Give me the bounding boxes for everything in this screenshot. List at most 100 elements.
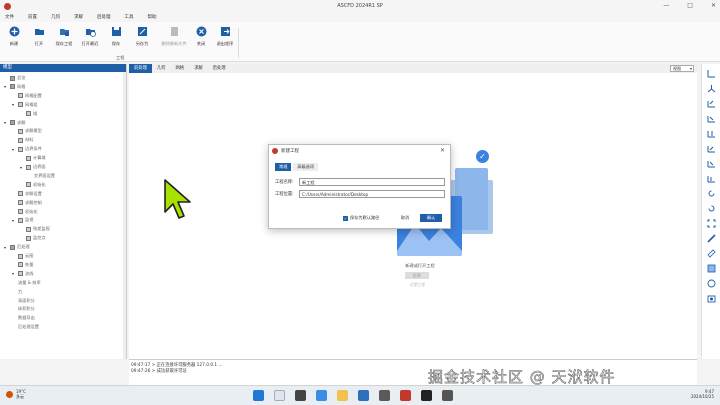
view-ny-icon[interactable] xyxy=(707,159,716,168)
maximize-icon[interactable]: □ xyxy=(687,2,693,9)
menu-tools[interactable]: 工具 xyxy=(125,14,134,20)
view-x-icon[interactable] xyxy=(707,99,716,108)
tree-item[interactable]: 初始化 xyxy=(12,208,38,216)
ascfd-icon[interactable] xyxy=(400,390,411,401)
expand-toggle-icon[interactable]: ▾ xyxy=(12,271,16,276)
ruler-icon[interactable] xyxy=(707,249,716,258)
start-icon[interactable] xyxy=(253,390,264,401)
system-tray[interactable]: 9:47 2024/10/25 xyxy=(691,389,714,399)
save-button[interactable]: 保存 xyxy=(105,26,127,47)
expand-toggle-icon[interactable]: ▾ xyxy=(12,102,16,107)
tree-item[interactable]: 体积积分 xyxy=(12,305,35,313)
expand-toggle-icon[interactable]: ▾ xyxy=(12,218,16,223)
tree-item[interactable]: 求解模型 xyxy=(12,127,42,135)
tree-item[interactable]: 监控点 xyxy=(20,234,46,242)
new-button[interactable]: 新建 xyxy=(3,26,25,47)
tree-scrollbar[interactable] xyxy=(123,72,126,359)
save-project-button[interactable]: 保存工程 xyxy=(53,26,75,47)
tree-item[interactable]: 域 xyxy=(20,110,37,118)
menu-postprocess[interactable]: 后处理 xyxy=(97,14,111,20)
settings-icon[interactable] xyxy=(442,390,453,401)
tree-item[interactable]: 残差监视 xyxy=(20,225,50,233)
tree-item[interactable]: 后处理设置 xyxy=(12,323,39,331)
dialog-tab-advanced[interactable]: 高级选项 xyxy=(293,163,319,171)
tree-item[interactable]: 初始化 xyxy=(20,181,46,189)
view-nx-icon[interactable] xyxy=(707,144,716,153)
tree-item[interactable]: 流量 & 效率 xyxy=(12,279,41,287)
tree-item[interactable]: 力 xyxy=(12,288,22,296)
measure-icon[interactable] xyxy=(707,234,716,243)
expand-toggle-icon[interactable]: ▾ xyxy=(4,120,8,125)
expand-toggle-icon[interactable]: ▾ xyxy=(4,84,8,89)
tree-item[interactable]: 网格配置 xyxy=(12,92,42,100)
minimize-icon[interactable]: — xyxy=(663,2,669,9)
tab-mesh[interactable]: 网格 xyxy=(170,64,189,73)
axis-icon[interactable] xyxy=(707,69,716,78)
exit-button[interactable]: 退出程序 xyxy=(214,26,236,47)
tree-item[interactable]: ▾ 求解 xyxy=(4,119,25,127)
screenshot-icon[interactable] xyxy=(707,294,716,303)
tree-item[interactable]: 云图 xyxy=(12,252,33,260)
expand-toggle-icon[interactable]: ▾ xyxy=(20,165,24,170)
task-view-icon[interactable] xyxy=(295,390,306,401)
cancel-button[interactable]: 取消 xyxy=(395,214,415,222)
expand-toggle-icon[interactable]: ▾ xyxy=(4,245,8,250)
menu-solve[interactable]: 求解 xyxy=(74,14,83,20)
weather-widget[interactable]: 19°C 多云 xyxy=(6,389,26,399)
rotate-icon[interactable] xyxy=(707,189,716,198)
tree-item[interactable]: 交界面设置 xyxy=(28,172,55,180)
tree-item[interactable]: ▾ 边界面 xyxy=(20,163,46,171)
tree-item[interactable]: 矢量 xyxy=(12,261,33,269)
tab-preprocess[interactable]: 前处理 xyxy=(129,64,152,73)
tree-item[interactable]: ▾ 流线 xyxy=(12,270,33,278)
tab-solve[interactable]: 求解 xyxy=(189,64,208,73)
terminal-icon[interactable] xyxy=(421,390,432,401)
tree-item[interactable]: 求解设置 xyxy=(12,190,42,198)
view-z-icon[interactable] xyxy=(707,129,716,138)
project-name-field[interactable]: 新工程 xyxy=(299,178,445,186)
menu-help[interactable]: 帮助 xyxy=(148,14,157,20)
tree-item[interactable]: 材料 xyxy=(12,136,33,144)
delete-latest-button[interactable]: 删除最新文件 xyxy=(159,26,189,47)
empty-open-button[interactable]: 打开 xyxy=(405,272,429,279)
close-project-button[interactable]: 关闭 xyxy=(190,26,212,47)
app-icon[interactable] xyxy=(379,390,390,401)
edge-icon[interactable] xyxy=(316,390,327,401)
tree-item[interactable]: ▾ 网格组 xyxy=(12,101,38,109)
tree-item[interactable]: 总览 xyxy=(4,74,25,82)
tab-geometry[interactable]: 几何 xyxy=(152,64,171,73)
dialog-close-icon[interactable]: ✕ xyxy=(440,147,445,154)
dialog-tab-general[interactable]: 常规 xyxy=(275,163,292,171)
tree-item[interactable]: ▾ 网格 xyxy=(4,83,25,91)
menu-file[interactable]: 文件 xyxy=(5,14,14,20)
save-as-button[interactable]: 另存为 xyxy=(131,26,153,47)
view-nz-icon[interactable] xyxy=(707,174,716,183)
tree-item[interactable]: 表面积分 xyxy=(12,297,35,305)
store-icon[interactable] xyxy=(358,390,369,401)
palette-icon[interactable] xyxy=(707,279,716,288)
recent-button[interactable]: 打开最近 xyxy=(79,26,101,47)
tree-item[interactable]: ▾ 边界条件 xyxy=(12,145,42,153)
tree-item[interactable]: ▾ 后处理 xyxy=(4,243,30,251)
tab-postprocess[interactable]: 后处理 xyxy=(208,64,231,73)
view-dropdown[interactable]: 视图 ▾ xyxy=(670,65,694,72)
view-y-icon[interactable] xyxy=(707,114,716,123)
fit-view-icon[interactable] xyxy=(707,219,716,228)
color-box-icon[interactable] xyxy=(707,264,716,273)
project-path-field[interactable]: C:/Users/Administrator/Desktop xyxy=(299,190,445,198)
tree-item[interactable]: ▾ 监视 xyxy=(12,216,33,224)
tree-item[interactable]: 计算域 xyxy=(20,154,46,162)
menu-preprocess[interactable]: 前置 xyxy=(28,14,37,20)
coordinate-icon[interactable] xyxy=(707,84,716,93)
default-path-checkbox[interactable]: ✓ 保存为默认路径 xyxy=(343,215,379,221)
confirm-button[interactable]: 确认 xyxy=(420,214,442,222)
tree-item[interactable]: 求解控制 xyxy=(12,199,42,207)
tree-item[interactable]: 数据导出 xyxy=(12,314,35,322)
search-icon[interactable] xyxy=(274,390,285,401)
expand-toggle-icon[interactable]: ▾ xyxy=(12,147,16,152)
close-icon[interactable]: ✕ xyxy=(711,2,716,9)
file-explorer-icon[interactable] xyxy=(337,390,348,401)
rotate-reverse-icon[interactable] xyxy=(707,204,716,213)
menu-geometry[interactable]: 几何 xyxy=(51,14,60,20)
open-button[interactable]: 打开 xyxy=(28,26,50,47)
